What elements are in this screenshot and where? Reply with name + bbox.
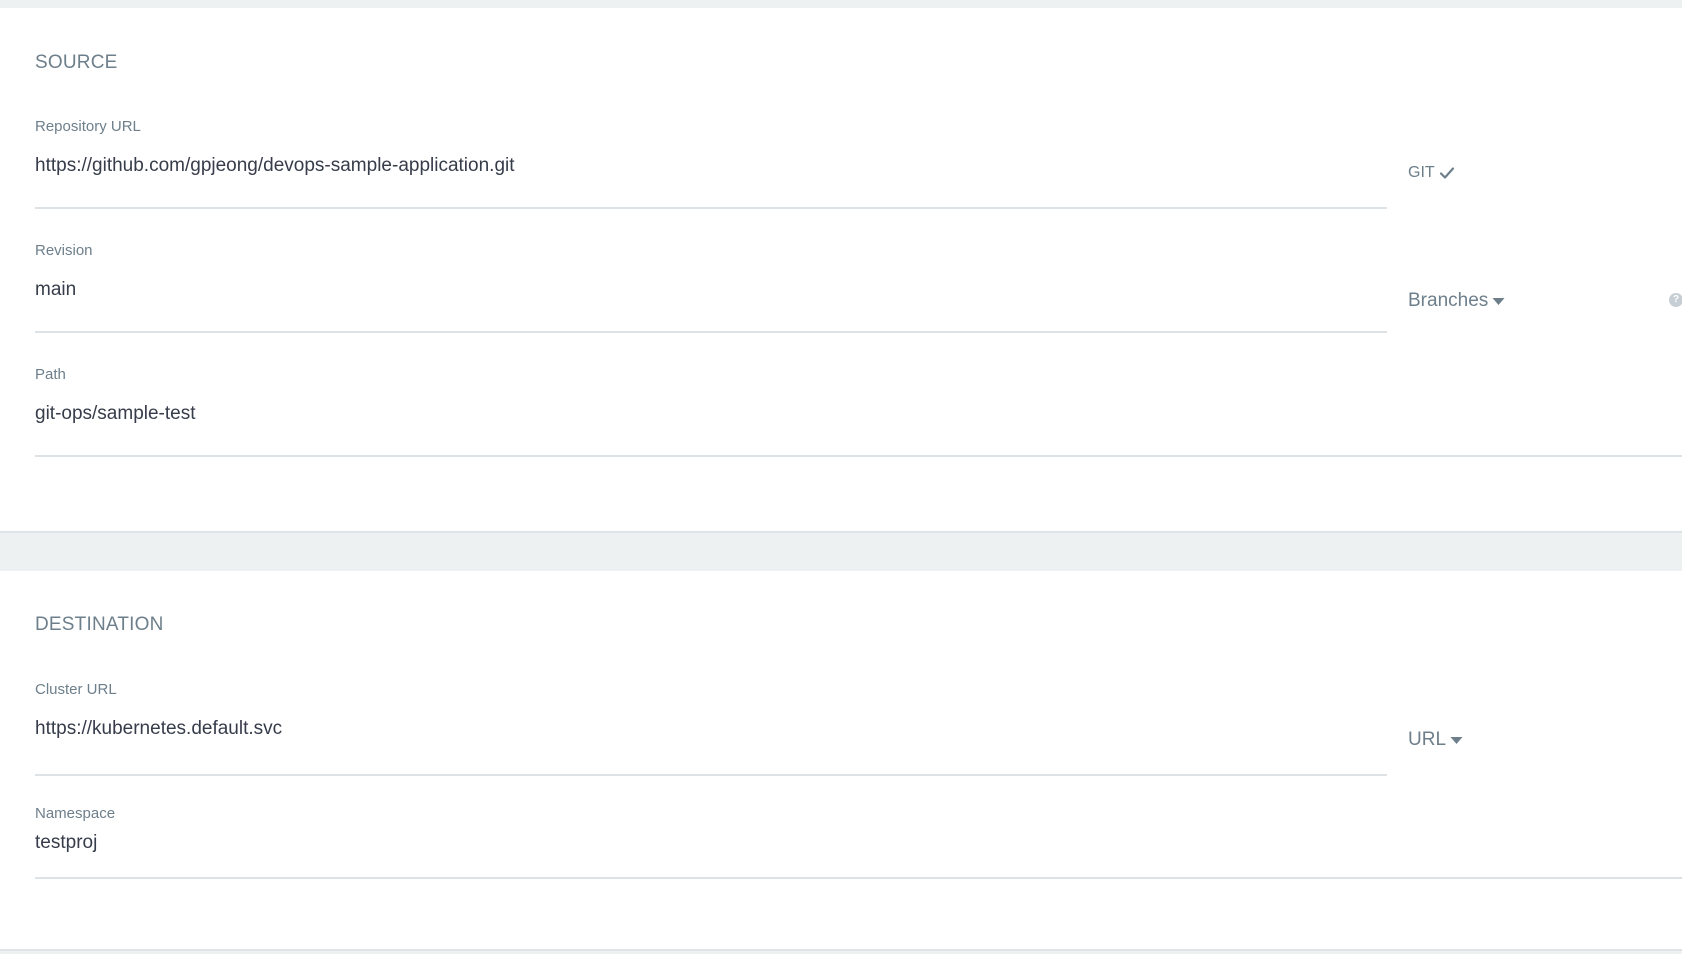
- path-label: Path: [35, 366, 66, 383]
- check-icon: [1439, 167, 1454, 179]
- cluster-url-type-label: URL: [1408, 729, 1447, 750]
- repository-url-label: Repository URL: [35, 118, 141, 135]
- revision-label: Revision: [35, 242, 93, 259]
- namespace-underline: [35, 877, 1682, 879]
- repo-type-label: GIT: [1408, 164, 1435, 181]
- source-panel: SOURCE Repository URL https://github.com…: [0, 8, 1682, 533]
- namespace-label: Namespace: [35, 805, 116, 822]
- question-icon[interactable]: ?: [1669, 293, 1682, 307]
- repository-url-underline: [35, 207, 1387, 209]
- repository-url-input[interactable]: https://github.com/gpjeong/devops-sample…: [35, 155, 515, 177]
- cluster-url-label: Cluster URL: [35, 681, 117, 698]
- repo-type-indicator[interactable]: GIT: [1408, 164, 1455, 182]
- caret-down-icon: [1450, 736, 1463, 744]
- cluster-url-input[interactable]: https://kubernetes.default.svc: [35, 718, 282, 740]
- branches-dropdown[interactable]: Branches: [1408, 290, 1505, 312]
- cluster-url-underline: [35, 774, 1387, 776]
- revision-underline: [35, 331, 1387, 333]
- destination-panel: DESTINATION Cluster URL https://kubernet…: [0, 571, 1682, 951]
- revision-input[interactable]: main: [35, 279, 76, 301]
- namespace-input[interactable]: testproj: [35, 832, 97, 854]
- destination-section-title: DESTINATION: [35, 614, 164, 635]
- path-underline: [35, 455, 1682, 457]
- cluster-url-type-dropdown[interactable]: URL: [1408, 729, 1463, 751]
- source-section-title: SOURCE: [35, 52, 118, 73]
- path-input[interactable]: git-ops/sample-test: [35, 403, 196, 425]
- branches-dropdown-label: Branches: [1408, 290, 1489, 311]
- caret-down-icon: [1492, 297, 1505, 305]
